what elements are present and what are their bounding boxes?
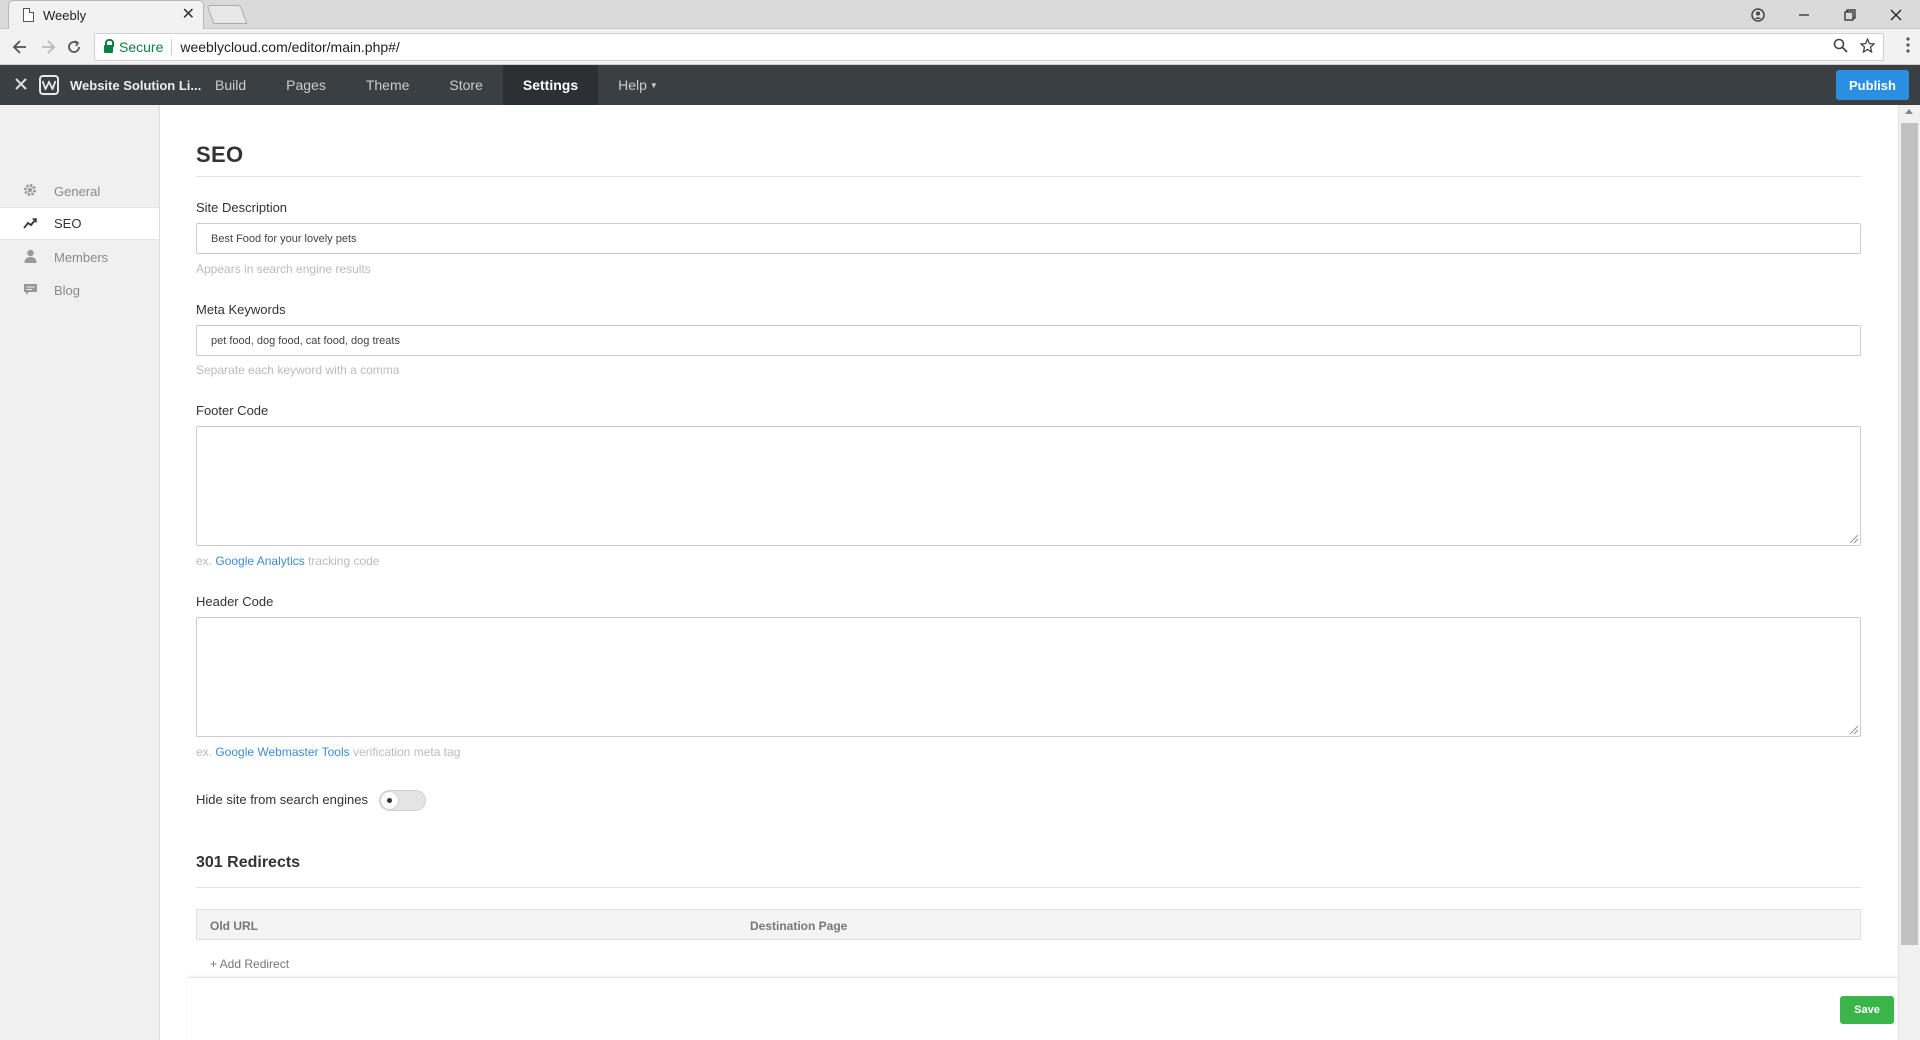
browser-menu-icon[interactable] <box>1906 37 1910 58</box>
redirects-table-header: Old URL Destination Page <box>196 909 1861 940</box>
header-code-label: Header Code <box>196 594 274 609</box>
reload-icon[interactable] <box>62 35 86 59</box>
sidebar-item-blog[interactable]: Blog <box>0 274 159 307</box>
tab-close-icon[interactable]: ✕ <box>182 7 195 23</box>
browser-tab-strip: Weebly ✕ <box>0 0 1920 29</box>
back-icon[interactable] <box>8 35 32 59</box>
lock-icon <box>104 39 114 53</box>
google-analytics-link[interactable]: Google Analytics <box>215 554 304 568</box>
url-field[interactable]: Secure weeblycloud.com/editor/main.php#/ <box>94 33 1884 61</box>
settings-sidebar: General SEO Members Blog <box>0 105 160 1040</box>
redirects-divider <box>196 887 1861 888</box>
nav-build[interactable]: Build <box>195 65 266 105</box>
page-scrollbar[interactable] <box>1898 105 1920 1040</box>
nav-theme[interactable]: Theme <box>346 65 430 105</box>
save-button[interactable]: Save <box>1840 996 1894 1024</box>
seo-settings-panel: SEO Site Description Best Food for your … <box>160 105 1898 980</box>
gear-icon <box>22 183 38 200</box>
trend-icon <box>22 216 38 232</box>
site-description-input[interactable]: Best Food for your lovely pets <box>196 223 1861 254</box>
minimize-icon[interactable] <box>1782 0 1826 29</box>
browser-address-bar: Secure weeblycloud.com/editor/main.php#/ <box>0 29 1920 65</box>
nav-pages[interactable]: Pages <box>266 65 346 105</box>
hide-site-toggle[interactable] <box>379 790 426 811</box>
site-name[interactable]: Website Solution Li... <box>70 78 201 93</box>
hint-prefix: ex. <box>196 745 213 759</box>
bookmark-star-icon[interactable] <box>1859 37 1876 57</box>
forward-icon[interactable] <box>36 35 60 59</box>
separator <box>171 39 173 55</box>
comment-icon <box>22 283 38 299</box>
save-bar: Save <box>188 977 1898 1040</box>
sidebar-item-label: Members <box>54 250 109 265</box>
publish-button[interactable]: Publish <box>1836 70 1909 100</box>
sidebar-item-members[interactable]: Members <box>0 241 159 274</box>
meta-keywords-hint: Separate each keyword with a comma <box>196 363 400 377</box>
redirects-title: 301 Redirects <box>196 854 301 871</box>
page-title: SEO <box>196 142 244 167</box>
nav-help-label: Help <box>618 77 647 93</box>
zoom-icon[interactable] <box>1833 38 1848 57</box>
profile-icon[interactable] <box>1736 0 1780 29</box>
restore-icon[interactable] <box>1828 0 1872 29</box>
caret-down-icon: ▼ <box>649 80 658 90</box>
site-description-label: Site Description <box>196 200 288 215</box>
nav-store[interactable]: Store <box>429 65 502 105</box>
sidebar-item-general[interactable]: General <box>0 175 159 208</box>
page-icon <box>23 8 34 22</box>
sidebar-item-label: SEO <box>54 216 82 231</box>
meta-keywords-input[interactable]: pet food, dog food, cat food, dog treats <box>196 325 1861 356</box>
header-code-hint: ex. Google Webmaster Tools verification … <box>196 745 460 759</box>
window-close-icon[interactable] <box>1874 0 1918 29</box>
hint-suffix: verification meta tag <box>353 745 461 759</box>
google-webmaster-tools-link[interactable]: Google Webmaster Tools <box>215 745 349 759</box>
column-destination-page: Destination Page <box>750 919 848 933</box>
footer-code-hint: ex. Google Analytics tracking code <box>196 554 379 568</box>
secure-label: Secure <box>119 39 164 55</box>
footer-code-textarea[interactable] <box>196 426 1861 546</box>
tab-title: Weebly <box>43 7 87 23</box>
nav-help[interactable]: Help ▼ <box>598 65 678 105</box>
scroll-up-icon[interactable] <box>1905 109 1913 114</box>
nav-settings[interactable]: Settings <box>502 65 599 105</box>
title-divider <box>196 176 1861 177</box>
hint-prefix: ex. <box>196 554 213 568</box>
new-tab-button[interactable] <box>206 5 248 24</box>
url-text: weeblycloud.com/editor/main.php#/ <box>180 39 400 55</box>
editor-nav: Build Pages Theme Store Settings Help ▼ <box>195 65 678 105</box>
hide-site-label: Hide site from search engines <box>196 792 368 807</box>
sidebar-item-label: General <box>54 184 101 199</box>
close-editor-icon[interactable] <box>14 75 28 96</box>
hint-suffix: tracking code <box>308 554 380 568</box>
site-description-hint: Appears in search engine results <box>196 262 371 276</box>
editor-toolbar: Website Solution Li... Build Pages Theme… <box>0 65 1920 105</box>
scrollbar-thumb[interactable] <box>1901 123 1918 945</box>
browser-tab[interactable]: Weebly ✕ <box>8 0 204 29</box>
footer-code-label: Footer Code <box>196 403 269 418</box>
column-old-url: Old URL <box>210 919 258 933</box>
sidebar-item-seo[interactable]: SEO <box>0 207 159 240</box>
meta-keywords-label: Meta Keywords <box>196 302 286 317</box>
add-redirect-button[interactable]: + Add Redirect <box>210 957 289 971</box>
toggle-knob <box>381 792 398 809</box>
person-icon <box>22 249 38 266</box>
sidebar-item-label: Blog <box>54 283 81 298</box>
header-code-textarea[interactable] <box>196 617 1861 737</box>
weebly-logo-icon <box>39 75 59 95</box>
